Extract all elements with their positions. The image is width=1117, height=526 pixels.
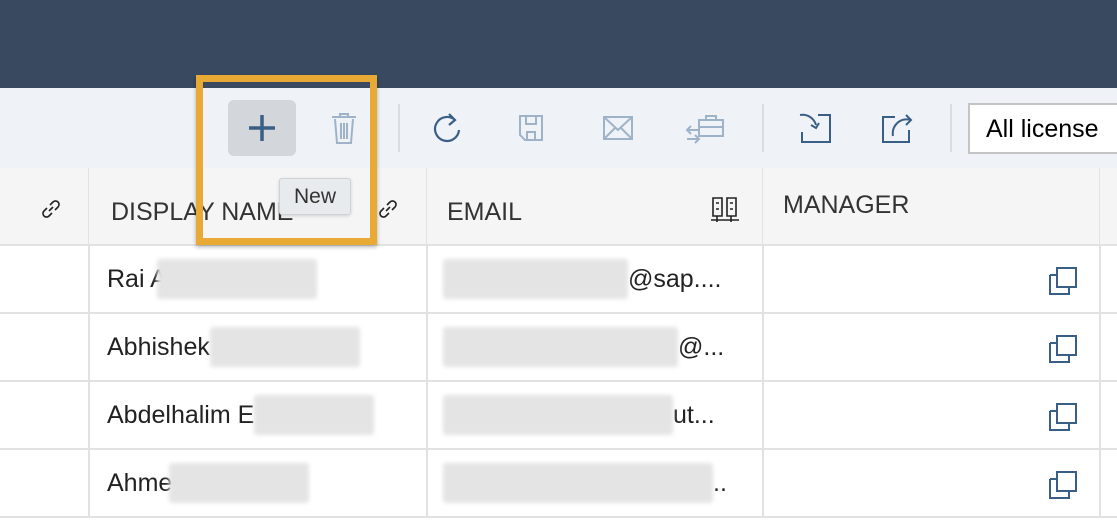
copy-icon[interactable]	[1048, 334, 1078, 364]
refresh-button[interactable]	[413, 100, 481, 156]
row-select-cell[interactable]	[0, 314, 90, 382]
display-name: Abdelhalim E	[107, 400, 255, 429]
copy-icon[interactable]	[1048, 402, 1078, 432]
email-cell: ..	[427, 450, 764, 518]
envelope-icon	[603, 116, 633, 140]
email-suffix: ..	[713, 468, 727, 497]
manager-cell	[763, 450, 1101, 518]
redacted-text	[169, 463, 310, 503]
next-cell	[1100, 246, 1117, 314]
save-icon	[519, 115, 543, 141]
display-name-cell: Rai A	[89, 246, 428, 314]
redacted-text	[443, 463, 713, 503]
column-split-icon	[711, 197, 739, 222]
email-cell: @...	[427, 314, 764, 382]
redacted-text	[254, 395, 375, 435]
email-cell: ut...	[427, 382, 764, 450]
redacted-text	[443, 327, 678, 367]
copy-icon[interactable]	[1048, 266, 1078, 296]
email-suffix: @sap....	[628, 264, 722, 293]
manager-cell	[763, 382, 1101, 450]
display-name: Abhishek	[107, 332, 210, 361]
redacted-text	[209, 327, 360, 367]
import-icon	[799, 113, 831, 143]
display-name-cell: Abdelhalim E	[89, 382, 428, 450]
redacted-text	[156, 259, 317, 299]
column-header-next[interactable]	[1100, 168, 1117, 246]
column-header-email[interactable]: EMAIL	[427, 168, 764, 246]
license-filter-select[interactable]: All license	[968, 103, 1117, 154]
refresh-icon	[433, 113, 461, 143]
separator	[398, 104, 400, 152]
briefcase-transfer-icon	[685, 115, 724, 144]
manager-cell	[763, 314, 1101, 382]
transfer-button[interactable]	[672, 100, 740, 156]
row-select-cell[interactable]	[0, 382, 90, 450]
display-name-cell: Ahmet	[89, 450, 428, 518]
separator	[950, 104, 952, 152]
next-cell	[1100, 450, 1117, 518]
export-icon	[882, 114, 913, 143]
row-select-cell[interactable]	[0, 246, 90, 314]
redacted-text	[443, 259, 628, 299]
import-button[interactable]	[781, 100, 849, 156]
column-header-link[interactable]	[0, 168, 90, 246]
shell-header	[0, 0, 1117, 88]
link-icon	[379, 200, 397, 218]
highlight-box	[196, 75, 377, 245]
email-suffix: @...	[678, 332, 725, 361]
email-suffix: ut...	[673, 400, 715, 429]
export-button[interactable]	[864, 100, 932, 156]
column-title: MANAGER	[783, 191, 910, 219]
column-title: EMAIL	[447, 198, 523, 226]
save-button[interactable]	[497, 100, 565, 156]
copy-icon[interactable]	[1048, 470, 1078, 500]
manager-cell	[763, 246, 1101, 314]
email-cell: @sap....	[427, 246, 764, 314]
toolbar: All license	[0, 88, 1117, 168]
redacted-text	[443, 395, 673, 435]
next-cell	[1100, 382, 1117, 450]
row-select-cell[interactable]	[0, 450, 90, 518]
email-button[interactable]	[584, 100, 652, 156]
link-icon	[42, 200, 60, 218]
column-header-manager[interactable]: MANAGER	[763, 168, 1101, 246]
separator	[762, 104, 764, 152]
display-name-cell: Abhishek	[89, 314, 428, 382]
next-cell	[1100, 314, 1117, 382]
new-tooltip: New	[279, 178, 351, 215]
